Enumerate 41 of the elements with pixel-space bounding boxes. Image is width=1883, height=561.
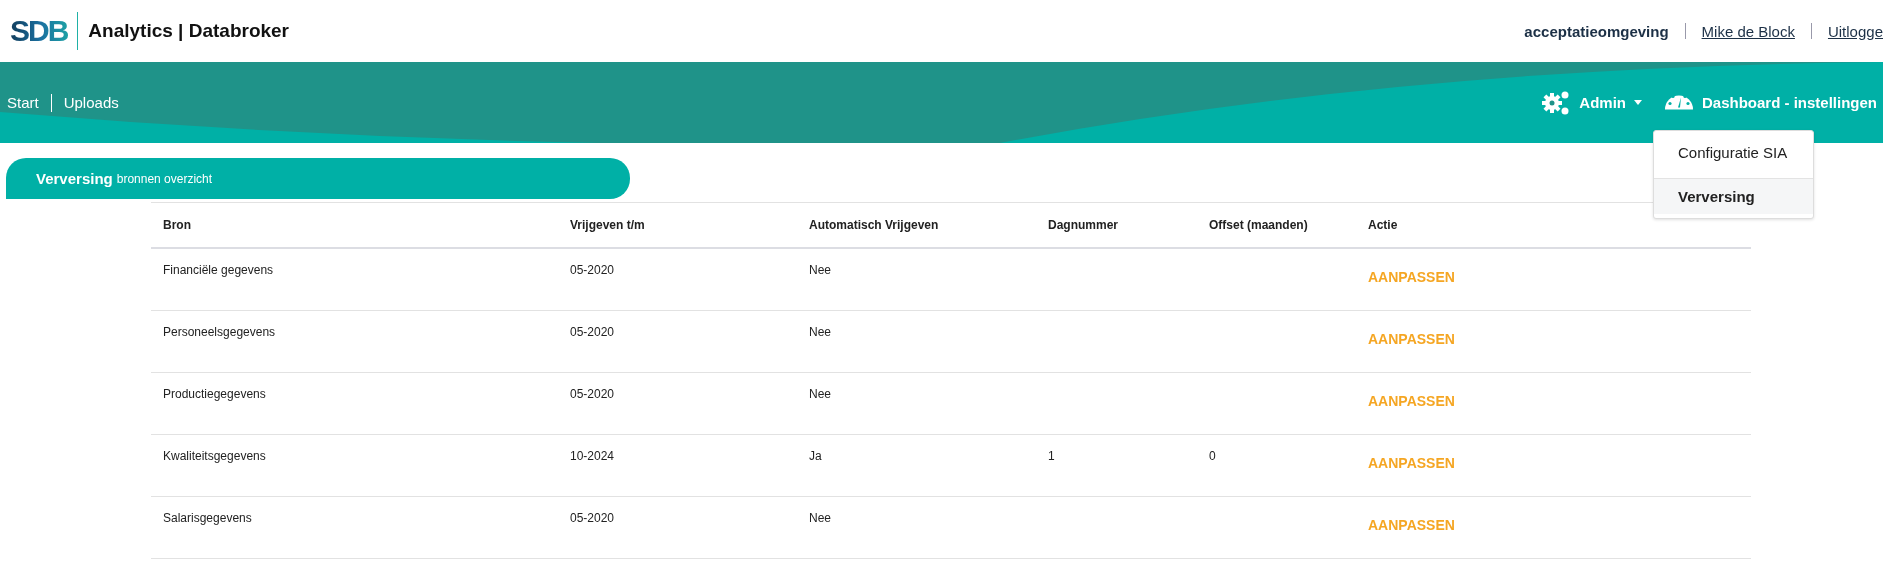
- table-cell: 05-2020: [558, 248, 797, 311]
- table-cell: Nee: [797, 496, 1036, 559]
- app-title: Analytics | Databroker: [88, 20, 289, 42]
- table-cell: Productiegegevens: [151, 372, 558, 435]
- table-cell: 05-2020: [558, 310, 797, 373]
- column-header: Bron: [151, 202, 558, 248]
- table-cell: 05-2020: [558, 496, 797, 559]
- nav-menu[interactable]: Admin: [1541, 88, 1642, 117]
- edit-button[interactable]: AANPASSEN: [1356, 391, 1467, 411]
- column-header: Dagnummer: [1036, 202, 1197, 248]
- edit-button[interactable]: AANPASSEN: [1356, 453, 1467, 473]
- column-header: Offset (maanden): [1197, 202, 1356, 248]
- edit-button[interactable]: AANPASSEN: [1356, 515, 1467, 535]
- nav-link[interactable]: Start: [7, 94, 39, 111]
- nav-menu[interactable]: Dashboard - instellingen: [1663, 94, 1883, 111]
- menu-item[interactable]: Configuratie SIA: [1654, 135, 1813, 170]
- table-cell: 05-2020: [558, 372, 797, 435]
- section-subtitle: bronnen overzicht: [116, 171, 213, 186]
- table-cell: Financiële gegevens: [151, 248, 558, 311]
- menu-item[interactable]: Verversing: [1654, 178, 1813, 214]
- environment-label: acceptatieomgeving: [1524, 22, 1669, 40]
- table-cell: Personeelsgegevens: [151, 310, 558, 373]
- table-cell: Nee: [797, 310, 1036, 373]
- user-link[interactable]: Mike de Block: [1701, 22, 1795, 40]
- table-cell: Ja: [797, 434, 1036, 497]
- section-title: Verversing: [36, 170, 113, 187]
- table-cell: Nee: [797, 248, 1036, 311]
- table-cell: 1: [1036, 434, 1197, 497]
- logout-link[interactable]: Uitlogge: [1827, 22, 1883, 40]
- edit-button[interactable]: AANPASSEN: [1356, 329, 1467, 349]
- edit-button[interactable]: AANPASSEN: [1356, 267, 1467, 287]
- table-cell: Salarisgegevens: [151, 496, 558, 559]
- gauge-icon: [1663, 95, 1694, 110]
- column-header: Automatisch Vrijgeven: [797, 202, 1036, 248]
- caret-icon: [1633, 100, 1642, 105]
- column-header: Vrijgeven t/m: [558, 202, 797, 248]
- table-cell: Nee: [797, 372, 1036, 435]
- table-cell: 0: [1197, 434, 1356, 497]
- nav-link[interactable]: Uploads: [63, 94, 119, 111]
- table-cell: Kwaliteitsgegevens: [151, 434, 558, 497]
- table-cell: 10-2024: [558, 434, 797, 497]
